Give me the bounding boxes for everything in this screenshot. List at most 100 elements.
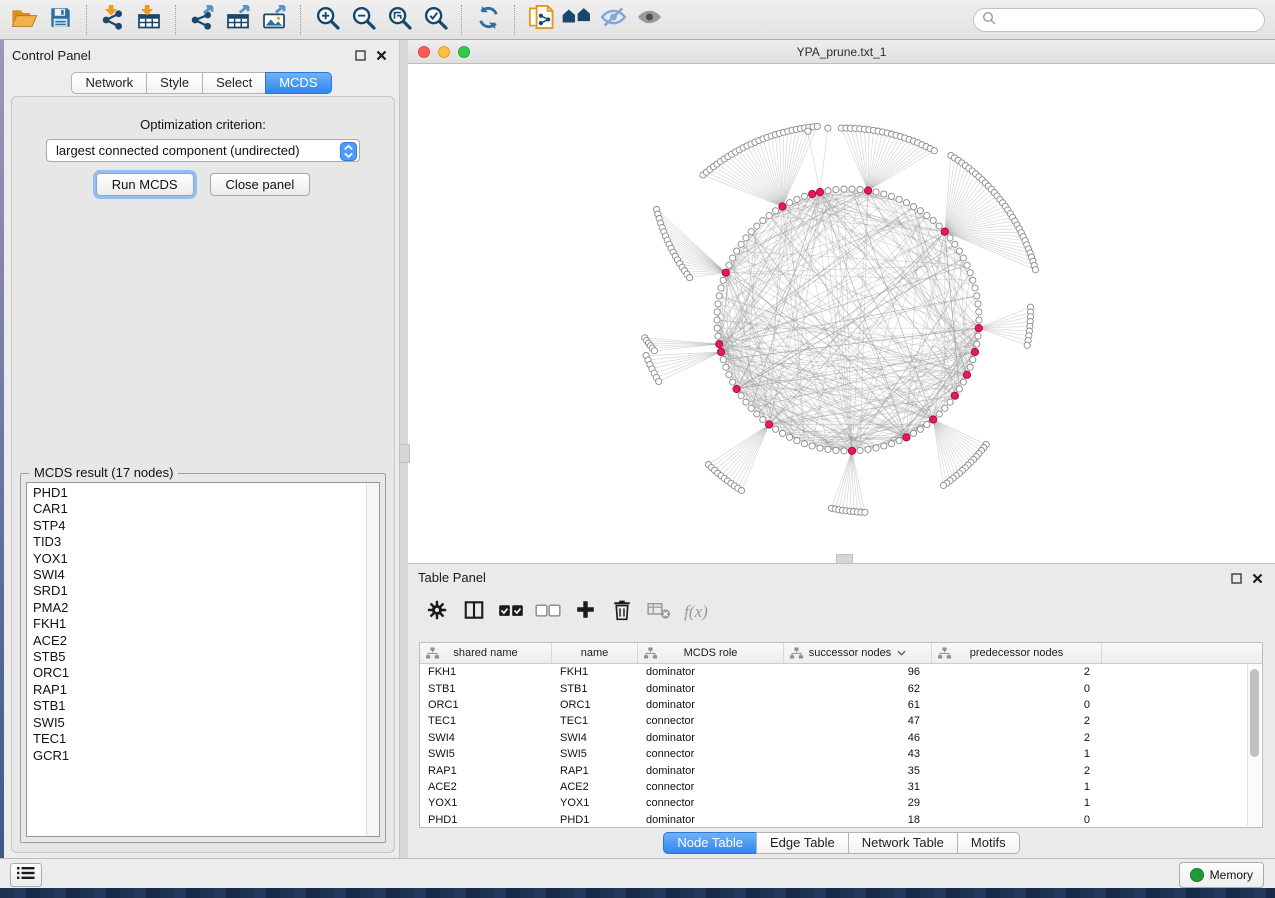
cell-predecessor_nodes[interactable]: 0 <box>932 683 1102 695</box>
result-list-scrollbar[interactable] <box>366 483 379 836</box>
mcds-result-item[interactable]: SRD1 <box>33 583 379 599</box>
open-file-button[interactable] <box>6 4 42 36</box>
column-header-successor-nodes[interactable]: successor nodes <box>784 643 932 663</box>
close-panel-icon[interactable] <box>376 48 387 66</box>
cell-name[interactable]: FKH1 <box>552 666 638 678</box>
cell-mcds_role[interactable]: dominator <box>638 732 784 744</box>
cell-successor_nodes[interactable]: 96 <box>784 666 932 678</box>
mcds-result-list[interactable]: PHD1CAR1STP4TID3YOX1SWI4SRD1PMA2FKH1ACE2… <box>26 482 380 837</box>
cell-mcds_role[interactable]: dominator <box>638 765 784 777</box>
import-table-button[interactable] <box>131 4 167 36</box>
mcds-result-item[interactable]: RAP1 <box>33 682 379 698</box>
mcds-result-item[interactable]: TEC1 <box>33 731 379 747</box>
cell-name[interactable]: ACE2 <box>552 781 638 793</box>
cell-name[interactable]: SWI4 <box>552 732 638 744</box>
zoom-out-button[interactable] <box>345 4 381 36</box>
run-mcds-button[interactable]: Run MCDS <box>96 173 194 196</box>
table-row[interactable]: SWI4SWI4dominator462 <box>420 730 1262 746</box>
zoom-selected-button[interactable] <box>417 4 453 36</box>
table-row[interactable]: PHD1PHD1dominator180 <box>420 812 1262 828</box>
control-tab-mcds[interactable]: MCDS <box>265 72 331 94</box>
export-network-button[interactable] <box>184 4 220 36</box>
cell-successor_nodes[interactable]: 62 <box>784 683 932 695</box>
cell-successor_nodes[interactable]: 46 <box>784 732 932 744</box>
table-row[interactable]: SWI5SWI5connector431 <box>420 746 1262 762</box>
table-scrollbar[interactable] <box>1247 664 1261 826</box>
mcds-result-item[interactable]: ORC1 <box>33 665 379 681</box>
cell-predecessor_nodes[interactable]: 2 <box>932 715 1102 727</box>
cell-name[interactable]: RAP1 <box>552 765 638 777</box>
mcds-result-item[interactable]: STB1 <box>33 698 379 714</box>
control-tab-network[interactable]: Network <box>71 72 147 94</box>
mcds-result-item[interactable]: YOX1 <box>33 551 379 567</box>
table-tab-network-table[interactable]: Network Table <box>848 832 958 854</box>
cell-shared_name[interactable]: ORC1 <box>420 699 552 711</box>
mcds-result-item[interactable]: FKH1 <box>33 616 379 632</box>
cell-mcds_role[interactable]: dominator <box>638 699 784 711</box>
select-all-columns-button[interactable] <box>496 597 526 627</box>
save-session-button[interactable] <box>42 4 78 36</box>
show-all-button[interactable] <box>631 4 667 36</box>
mcds-result-item[interactable]: CAR1 <box>33 501 379 517</box>
column-header-shared-name[interactable]: shared name <box>420 643 552 663</box>
mcds-result-item[interactable]: STP4 <box>33 518 379 534</box>
zoom-in-button[interactable] <box>309 4 345 36</box>
cell-mcds_role[interactable]: connector <box>638 748 784 760</box>
close-panel-icon[interactable] <box>1252 571 1263 589</box>
clone-network-button[interactable] <box>523 4 559 36</box>
cell-successor_nodes[interactable]: 35 <box>784 765 932 777</box>
cell-successor_nodes[interactable]: 31 <box>784 781 932 793</box>
cell-name[interactable]: SWI5 <box>552 748 638 760</box>
cell-shared_name[interactable]: SWI4 <box>420 732 552 744</box>
cell-predecessor_nodes[interactable]: 1 <box>932 748 1102 760</box>
control-tab-style[interactable]: Style <box>146 72 203 94</box>
table-row[interactable]: ORC1ORC1dominator610 <box>420 697 1262 713</box>
mcds-result-item[interactable]: TID3 <box>33 534 379 550</box>
deselect-all-columns-button[interactable] <box>533 597 563 627</box>
cell-predecessor_nodes[interactable]: 1 <box>932 797 1102 809</box>
table-row[interactable]: ACE2ACE2connector311 <box>420 779 1262 795</box>
vertical-splitter-grip[interactable] <box>399 444 410 463</box>
cell-successor_nodes[interactable]: 47 <box>784 715 932 727</box>
memory-button[interactable]: Memory <box>1179 862 1264 888</box>
search-input[interactable] <box>1001 12 1264 28</box>
export-image-button[interactable] <box>256 4 292 36</box>
cell-shared_name[interactable]: STB1 <box>420 683 552 695</box>
float-panel-icon[interactable] <box>355 48 366 66</box>
cell-mcds_role[interactable]: connector <box>638 781 784 793</box>
cell-mcds_role[interactable]: dominator <box>638 683 784 695</box>
cell-mcds_role[interactable]: connector <box>638 797 784 809</box>
mcds-result-item[interactable]: PHD1 <box>33 485 379 501</box>
table-row[interactable]: YOX1YOX1connector291 <box>420 795 1262 811</box>
cell-predecessor_nodes[interactable]: 2 <box>932 765 1102 777</box>
cell-successor_nodes[interactable]: 29 <box>784 797 932 809</box>
cell-name[interactable]: YOX1 <box>552 797 638 809</box>
first-neighbors-button[interactable] <box>559 4 595 36</box>
cell-mcds_role[interactable]: connector <box>638 715 784 727</box>
criterion-select[interactable]: largest connected component (undirected) <box>46 139 360 162</box>
cell-mcds_role[interactable]: dominator <box>638 666 784 678</box>
cell-predecessor_nodes[interactable]: 1 <box>932 781 1102 793</box>
cell-shared_name[interactable]: ACE2 <box>420 781 552 793</box>
import-network-button[interactable] <box>95 4 131 36</box>
mcds-result-item[interactable]: PMA2 <box>33 600 379 616</box>
cell-predecessor_nodes[interactable]: 0 <box>932 814 1102 826</box>
refresh-button[interactable] <box>470 4 506 36</box>
cell-predecessor_nodes[interactable]: 2 <box>932 666 1102 678</box>
table-tab-motifs[interactable]: Motifs <box>957 832 1020 854</box>
cell-successor_nodes[interactable]: 61 <box>784 699 932 711</box>
task-history-button[interactable] <box>10 863 42 887</box>
cell-shared_name[interactable]: TEC1 <box>420 715 552 727</box>
cell-shared_name[interactable]: FKH1 <box>420 666 552 678</box>
table-row[interactable]: FKH1FKH1dominator962 <box>420 664 1262 680</box>
cell-shared_name[interactable]: PHD1 <box>420 814 552 826</box>
mcds-result-item[interactable]: SWI4 <box>33 567 379 583</box>
cell-mcds_role[interactable]: dominator <box>638 814 784 826</box>
mcds-result-item[interactable]: GCR1 <box>33 748 379 764</box>
cell-name[interactable]: PHD1 <box>552 814 638 826</box>
table-row[interactable]: RAP1RAP1dominator352 <box>420 762 1262 778</box>
cell-name[interactable]: STB1 <box>552 683 638 695</box>
cell-successor_nodes[interactable]: 18 <box>784 814 932 826</box>
control-tab-select[interactable]: Select <box>202 72 266 94</box>
mcds-result-item[interactable]: SWI5 <box>33 715 379 731</box>
